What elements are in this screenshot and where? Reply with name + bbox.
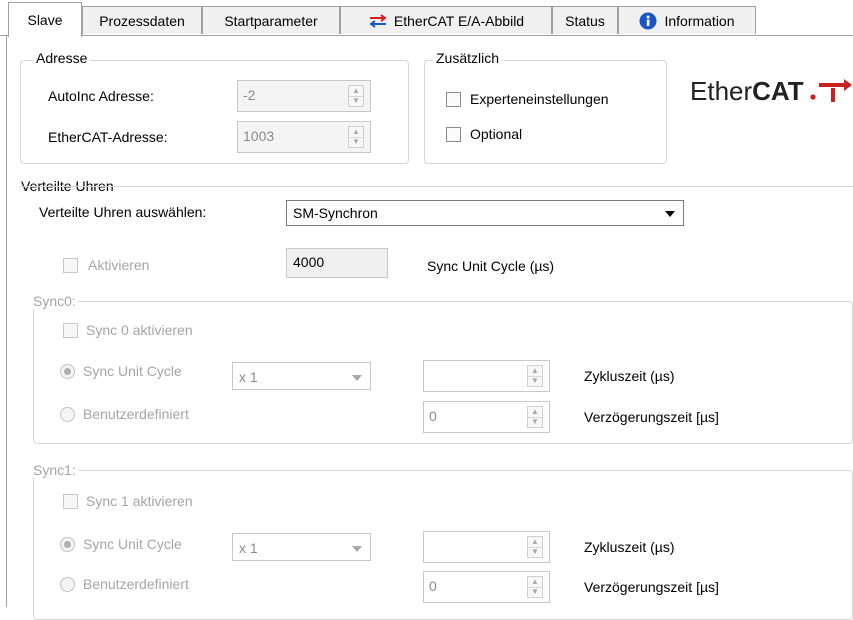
sync0-custom-label: Benutzerdefiniert (83, 406, 189, 422)
sync-unit-cycle-label: Sync Unit Cycle (µs) (427, 258, 555, 274)
chevron-down-icon (352, 546, 362, 552)
tab-ethercat-io-image[interactable]: EtherCAT E/A-Abbild (340, 6, 552, 34)
sync0-factor-value: x 1 (239, 369, 258, 385)
sync0-legend: Sync0: (31, 293, 78, 309)
ethercat-address-label: EtherCAT-Adresse: (48, 129, 168, 145)
dc-select-value: SM-Synchron (293, 205, 378, 221)
sync0-cycle-time-label: Zykluszeit (µs) (584, 368, 675, 384)
sync0-cycle-time-spinner[interactable]: ▲ ▼ (423, 360, 550, 392)
tab-status[interactable]: Status (552, 6, 618, 34)
spinner-buttons: ▲ ▼ (348, 126, 364, 148)
ethercat-logo: EtherCAT (690, 76, 804, 107)
dc-activate-checkbox[interactable] (63, 258, 78, 273)
sync0-activate-checkbox[interactable] (63, 323, 78, 338)
sync1-cycle-time-label: Zykluszeit (µs) (584, 539, 675, 555)
dc-select-dropdown[interactable]: SM-Synchron (286, 200, 684, 226)
spin-down-icon[interactable]: ▼ (349, 96, 363, 106)
sync-unit-cycle-value-field: 4000 (286, 248, 388, 278)
spinner-buttons: ▲ ▼ (527, 536, 543, 558)
sync1-cycle-time-spinner[interactable]: ▲ ▼ (423, 531, 550, 563)
ethercat-address-value: 1003 (243, 128, 275, 144)
dc-select-label: Verteilte Uhren auswählen: (39, 204, 207, 220)
spin-down-icon[interactable]: ▼ (528, 547, 542, 557)
spinner-buttons: ▲ ▼ (527, 365, 543, 387)
sync1-delay-spinner[interactable]: 0 ▲ ▼ (423, 571, 550, 603)
sync0-delay-spinner[interactable]: 0 ▲ ▼ (423, 401, 550, 433)
tab-label: Prozessdaten (99, 12, 185, 29)
sync1-custom-label: Benutzerdefiniert (83, 576, 189, 592)
tab-slave[interactable]: Slave (8, 2, 82, 37)
sync0-delay-label: Verzögerungszeit [µs] (584, 409, 719, 425)
sync1-factor-dropdown[interactable]: x 1 (232, 533, 371, 561)
tab-label: Startparameter (224, 12, 318, 29)
tab-label: Status (565, 12, 605, 29)
sync1-legend: Sync1: (31, 462, 78, 478)
logo-text-bold: CAT (752, 76, 804, 106)
sync0-unit-cycle-radio[interactable] (60, 364, 75, 379)
address-legend: Adresse (33, 50, 91, 66)
sync1-custom-radio[interactable] (60, 577, 75, 592)
sync-unit-cycle-value: 4000 (293, 254, 325, 270)
logo-text-light: Ether (690, 76, 753, 106)
spinner-buttons: ▲ ▼ (527, 576, 543, 598)
spin-down-icon[interactable]: ▼ (349, 137, 363, 147)
panel-left-border (6, 35, 7, 607)
sync0-delay-value: 0 (429, 408, 437, 424)
io-arrows-icon (368, 13, 388, 28)
tab-prozessdaten[interactable]: Prozessdaten (82, 6, 202, 34)
spin-down-icon[interactable]: ▼ (528, 376, 542, 386)
sync1-factor-value: x 1 (239, 540, 258, 556)
ethercat-logo-mark-icon (810, 79, 852, 102)
dc-activate-label: Aktivieren (88, 257, 150, 273)
sync1-activate-checkbox[interactable] (63, 494, 78, 509)
sync0-unit-cycle-label: Sync Unit Cycle (83, 363, 182, 379)
additional-group (424, 60, 667, 164)
sync1-activate-label: Sync 1 aktivieren (86, 493, 193, 509)
optional-label: Optional (470, 126, 523, 142)
additional-legend: Zusätzlich (433, 50, 503, 66)
sync1-unit-cycle-label: Sync Unit Cycle (83, 536, 182, 552)
spin-down-icon[interactable]: ▼ (528, 587, 542, 597)
chevron-down-icon (665, 211, 675, 217)
sync1-delay-label: Verzögerungszeit [µs] (584, 579, 719, 595)
dc-group-top-border (20, 186, 853, 187)
autoinc-address-value: -2 (243, 87, 256, 103)
tab-baseline (0, 35, 853, 36)
expert-settings-label: Experteneinstellungen (470, 91, 609, 107)
spinner-buttons: ▲ ▼ (348, 85, 364, 107)
sync1-delay-value: 0 (429, 578, 437, 594)
tab-information[interactable]: Information (618, 6, 756, 34)
tab-label: EtherCAT E/A-Abbild (393, 12, 525, 29)
ethercat-address-spinner[interactable]: 1003 ▲ ▼ (237, 121, 371, 153)
sync0-custom-radio[interactable] (60, 407, 75, 422)
sync1-unit-cycle-radio[interactable] (60, 537, 75, 552)
sync0-activate-label: Sync 0 aktivieren (86, 322, 193, 338)
tab-label: Slave (27, 12, 63, 28)
tab-startparameter[interactable]: Startparameter (202, 6, 340, 34)
optional-checkbox[interactable] (446, 127, 461, 142)
expert-settings-checkbox[interactable] (446, 92, 461, 107)
tab-bar: Slave Prozessdaten Startparameter EtherC… (0, 0, 853, 38)
sync0-factor-dropdown[interactable]: x 1 (232, 362, 371, 390)
autoinc-address-label: AutoInc Adresse: (48, 88, 154, 104)
spinner-buttons: ▲ ▼ (527, 406, 543, 428)
chevron-down-icon (352, 375, 362, 381)
tab-label: Information (664, 12, 735, 29)
autoinc-address-spinner[interactable]: -2 ▲ ▼ (237, 80, 371, 112)
info-icon (639, 12, 657, 30)
spin-down-icon[interactable]: ▼ (528, 417, 542, 427)
